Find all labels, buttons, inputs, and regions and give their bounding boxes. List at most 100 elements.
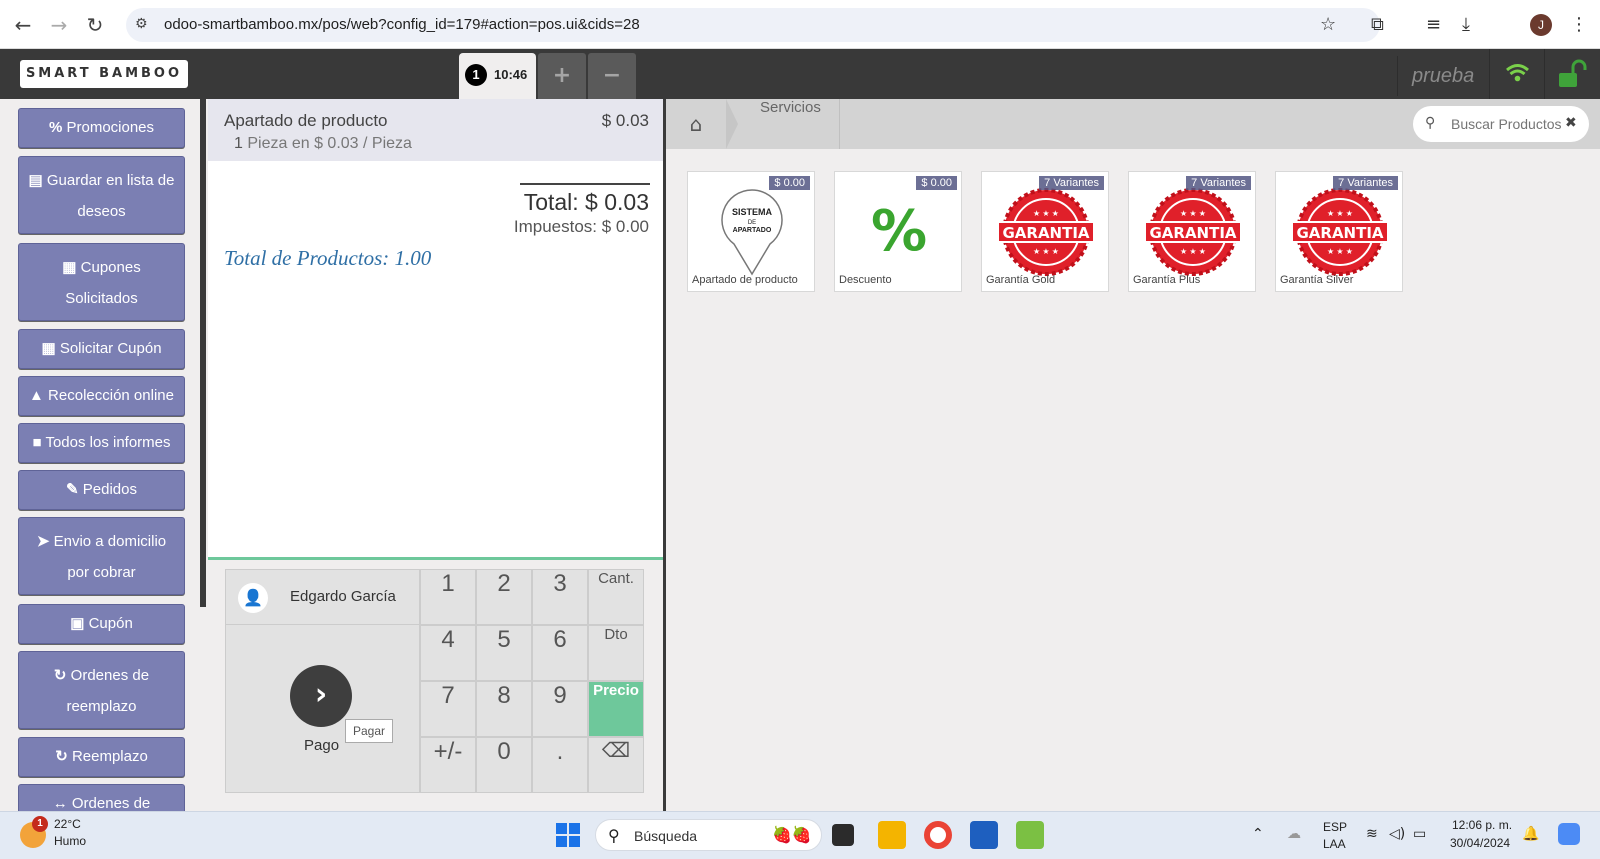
breadcrumb-category[interactable]: Servicios <box>760 99 840 149</box>
weather-temperature[interactable]: 22°C <box>54 817 81 831</box>
replacement-orders-button[interactable]: ↻ Ordenes de reemplazo <box>18 651 185 729</box>
variants-tag: 7 Variantes <box>1186 176 1251 190</box>
volume-icon[interactable]: ◁) <box>1389 826 1405 842</box>
numpad-7[interactable]: 7 <box>420 681 476 737</box>
request-coupon-button[interactable]: ▦ Solicitar Cupón <box>18 329 185 369</box>
numpad-9[interactable]: 9 <box>532 681 588 737</box>
clock-time[interactable]: 12:06 p. m. <box>1452 818 1512 832</box>
stars-icon: ★ ★ ★ <box>1180 209 1206 218</box>
clear-search-icon[interactable]: ✖ <box>1565 115 1577 131</box>
coupon-button[interactable]: ▣ Cupón <box>18 604 185 644</box>
numpad-3[interactable]: 3 <box>532 569 588 625</box>
taskbar-search[interactable]: ⚲ Búsqueda 🍓🍓 <box>595 819 822 851</box>
numpad-plus-minus[interactable]: +/- <box>420 737 476 793</box>
search-box[interactable]: ⚲ ✖ <box>1413 106 1589 142</box>
exchange-orders-button[interactable]: ↔ Ordenes de <box>18 784 185 811</box>
product-image-text: SISTEMA <box>732 207 773 217</box>
clock-date[interactable]: 30/04/2024 <box>1450 836 1510 850</box>
all-reports-button[interactable]: ■ Todos los informes <box>18 423 185 463</box>
search-input[interactable] <box>1451 114 1566 134</box>
keyboard-language[interactable]: ESP <box>1323 820 1347 834</box>
battery-icon[interactable]: ▭ <box>1413 826 1426 842</box>
pos-header <box>0 49 1600 99</box>
order-tab[interactable]: 1 10:46 <box>459 53 536 99</box>
notification-bell-icon[interactable]: 🔔 <box>1522 826 1539 842</box>
replacement-button[interactable]: ↻ Reemplazo <box>18 737 185 777</box>
forward-arrow-icon[interactable]: → <box>46 12 72 38</box>
app-icon[interactable] <box>1016 821 1044 849</box>
product-image-text: APARTADO <box>733 227 772 234</box>
numpad-decimal[interactable]: . <box>532 737 588 793</box>
orders-button[interactable]: ✎ Pedidos <box>18 470 185 510</box>
windows-start-icon[interactable] <box>556 823 580 847</box>
menu-kebab-icon[interactable]: ⋮ <box>1570 14 1588 35</box>
requested-coupons-button[interactable]: ▦ Cupones Solicitados <box>18 243 185 321</box>
keyboard-layout[interactable]: LAA <box>1323 837 1346 851</box>
connection-status[interactable] <box>1489 49 1544 99</box>
product-price-tag: $ 0.00 <box>769 176 810 190</box>
stars-icon: ★ ★ ★ <box>1033 247 1059 256</box>
shopping-bag-icon: ▲ <box>29 387 44 404</box>
home-icon[interactable]: ⌂ <box>666 99 726 149</box>
promociones-button[interactable]: % Promociones <box>18 108 185 148</box>
url-text[interactable]: odoo-smartbamboo.mx/pos/web?config_id=17… <box>164 16 640 33</box>
paper-plane-icon: ➤ <box>36 533 50 550</box>
product-card[interactable]: GARANTIA ★ ★ ★ ★ ★ ★ 7 Variantes Garantí… <box>1128 171 1256 292</box>
payment-button[interactable]: › Pago Pagar <box>225 625 420 793</box>
product-card[interactable]: GARANTIA ★ ★ ★ ★ ★ ★ 7 Variantes Garantí… <box>981 171 1109 292</box>
notification-badge: 1 <box>32 816 48 832</box>
wishlist-button[interactable]: ▤ Guardar en lista de deseos <box>18 156 185 234</box>
copilot-icon[interactable] <box>1558 823 1580 845</box>
extensions-icon[interactable]: ⧉ <box>1371 14 1384 35</box>
task-view-icon[interactable] <box>832 824 854 846</box>
file-explorer-icon[interactable] <box>878 821 906 849</box>
backspace-icon[interactable]: ⌫ <box>588 737 644 793</box>
payment-tooltip: Pagar <box>345 719 393 743</box>
add-order-button[interactable]: + <box>538 53 586 99</box>
numpad-4[interactable]: 4 <box>420 625 476 681</box>
numpad-5[interactable]: 5 <box>476 625 532 681</box>
price-mode-button[interactable]: Precio <box>588 681 644 737</box>
profile-avatar[interactable]: J <box>1530 14 1552 36</box>
quantity-mode-button[interactable]: Cant. <box>588 569 644 625</box>
media-icon[interactable]: ≡ <box>1426 14 1441 35</box>
back-arrow-icon[interactable]: ← <box>10 12 36 38</box>
numpad-2[interactable]: 2 <box>476 569 532 625</box>
remove-order-button[interactable]: − <box>588 53 636 99</box>
percent-icon: % <box>48 119 63 136</box>
wifi-icon[interactable]: ≋ <box>1366 826 1378 842</box>
home-delivery-button[interactable]: ➤ Envio a domicilio por cobrar <box>18 517 185 595</box>
sidebar-scrollbar[interactable] <box>200 99 206 607</box>
numpad-0[interactable]: 0 <box>476 737 532 793</box>
calendar-icon: ▦ <box>62 259 77 276</box>
chevron-up-icon[interactable]: ⌃ <box>1252 826 1264 842</box>
store-icon[interactable] <box>970 821 998 849</box>
download-icon[interactable]: ⤓ <box>1462 14 1470 35</box>
bookmark-star-icon[interactable]: ☆ <box>1320 14 1336 35</box>
online-pickup-button[interactable]: ▲ Recolección online <box>18 376 185 416</box>
numpad-8[interactable]: 8 <box>476 681 532 737</box>
chrome-icon[interactable] <box>924 821 952 849</box>
order-taxes: Impuestos: $ 0.00 <box>513 217 649 236</box>
product-card[interactable]: GARANTIA ★ ★ ★ ★ ★ ★ 7 Variantes Garantí… <box>1275 171 1403 292</box>
discount-mode-button[interactable]: Dto <box>588 625 644 681</box>
site-settings-icon[interactable]: ⚙ <box>135 16 148 32</box>
replacement-orders-label-2: reemplazo <box>66 698 137 715</box>
order-line[interactable]: Apartado de producto $ 0.03 1 Pieza en $… <box>208 99 665 161</box>
weather-description[interactable]: Humo <box>54 834 86 848</box>
product-card[interactable]: SISTEMA DE APARTADO $ 0.00 Apartado de p… <box>687 171 815 292</box>
cloud-icon[interactable]: ☁ <box>1287 826 1301 842</box>
order-line-unit: Pieza en $ 0.03 / Pieza <box>247 135 412 152</box>
product-image-text: DE <box>748 220 756 226</box>
chevron-right-icon: › <box>290 665 352 727</box>
reload-icon[interactable]: ↻ <box>82 12 108 38</box>
product-card[interactable]: % $ 0.00 Descuento <box>834 171 962 292</box>
refresh-icon: ↻ <box>55 748 68 765</box>
lock-screen-button[interactable] <box>1544 49 1600 99</box>
numpad-6[interactable]: 6 <box>532 625 588 681</box>
unlock-icon <box>1559 59 1587 87</box>
customer-button[interactable]: 👤 Edgardo García <box>225 569 420 625</box>
cashier-name[interactable]: prueba <box>1397 56 1477 96</box>
numpad-1[interactable]: 1 <box>420 569 476 625</box>
requested-coupons-label-2: Solicitados <box>65 290 138 307</box>
